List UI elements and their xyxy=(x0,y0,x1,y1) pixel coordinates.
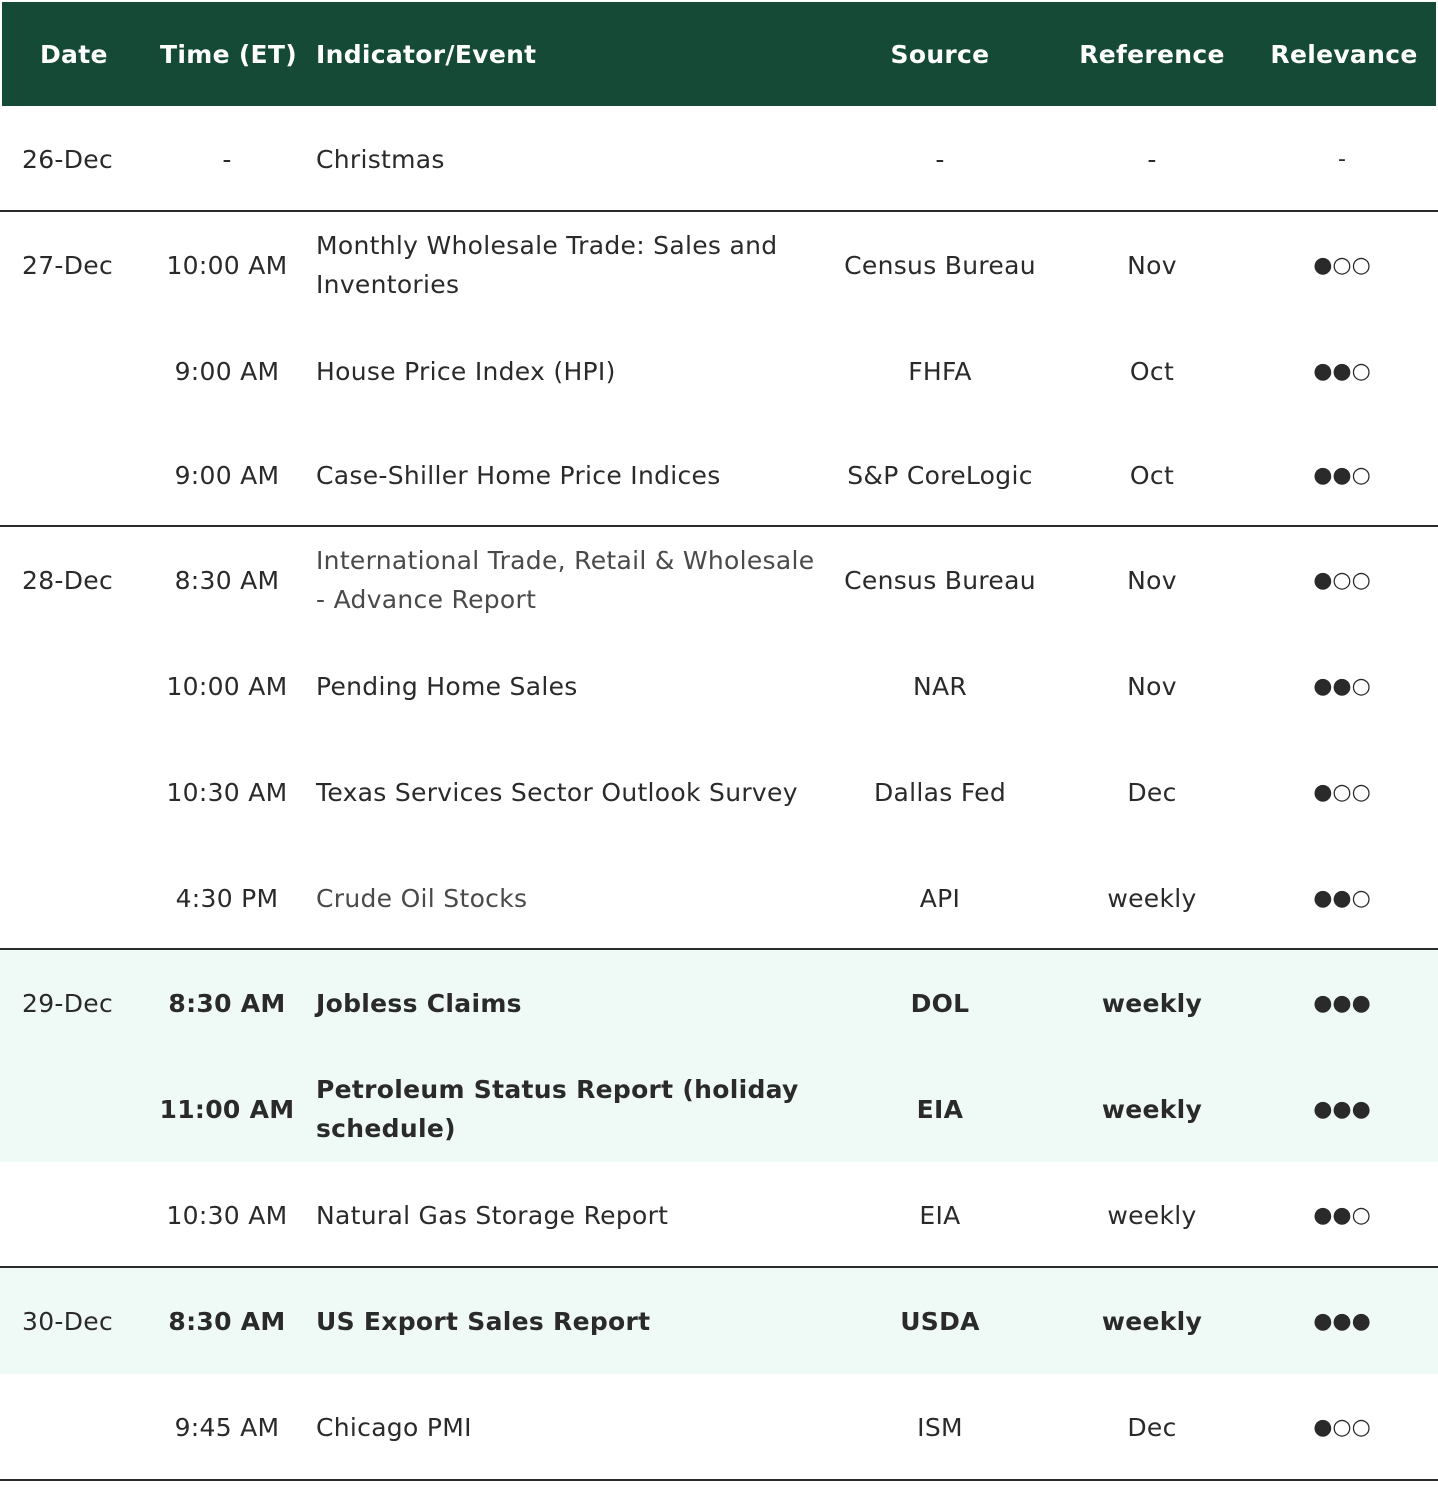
row-relevance: ●●○ xyxy=(1313,462,1371,488)
row-relevance: ●●○ xyxy=(1313,358,1371,384)
row-source: NAR xyxy=(912,671,968,701)
table-row: 27-Dec 10:00 AM Monthly Wholesale Trade:… xyxy=(0,212,1438,318)
table-row: 9:45 AM Chicago PMI ISM Dec ●○○ xyxy=(0,1374,1438,1480)
row-source: Dallas Fed xyxy=(873,777,1007,807)
row-source: Census Bureau xyxy=(844,250,1036,280)
row-relevance: ●○○ xyxy=(1313,252,1371,278)
row-event: Petroleum Status Report (holiday schedul… xyxy=(316,1075,799,1143)
row-time: 10:30 AM xyxy=(166,1200,288,1230)
row-time: 9:45 AM xyxy=(174,1412,280,1442)
table-row: 28-Dec 8:30 AM International Trade, Reta… xyxy=(0,527,1438,633)
row-date xyxy=(22,845,132,951)
row-relevance: ●○○ xyxy=(1313,567,1371,593)
row-relevance: ●●● xyxy=(1313,990,1371,1016)
row-time: 8:30 AM xyxy=(168,988,286,1018)
row-relevance: ●○○ xyxy=(1313,779,1371,805)
row-source: EIA xyxy=(919,1200,961,1230)
table-row: 4:30 PM Crude Oil Stocks API weekly ●●○ xyxy=(0,845,1438,951)
row-event: Natural Gas Storage Report xyxy=(316,1200,669,1230)
row-time: 10:00 AM xyxy=(166,671,288,701)
row-date xyxy=(22,318,132,424)
row-event: International Trade, Retail & Wholesale … xyxy=(316,546,815,614)
row-source: USDA xyxy=(900,1306,980,1336)
row-time: 10:00 AM xyxy=(166,250,288,280)
row-source: DOL xyxy=(910,988,970,1018)
row-source: ISM xyxy=(917,1412,963,1442)
row-event: US Export Sales Report xyxy=(316,1306,651,1336)
header-date: Date xyxy=(40,39,108,69)
table-row: 30-Dec 8:30 AM US Export Sales Report US… xyxy=(0,1268,1438,1374)
row-event: Pending Home Sales xyxy=(316,671,578,701)
row-source: API xyxy=(919,883,961,913)
row-reference: weekly xyxy=(1107,1200,1197,1230)
row-time: 8:30 AM xyxy=(168,1306,286,1336)
row-source: - xyxy=(935,144,945,174)
header-source: Source xyxy=(890,39,990,69)
row-relevance: - xyxy=(1338,146,1346,172)
row-event: Monthly Wholesale Trade: Sales and Inven… xyxy=(316,231,778,299)
row-date: 30-Dec xyxy=(22,1306,114,1336)
table-row: 11:00 AM Petroleum Status Report (holida… xyxy=(0,1056,1438,1162)
row-reference: Dec xyxy=(1127,1412,1177,1442)
table-row: 10:30 AM Natural Gas Storage Report EIA … xyxy=(0,1162,1438,1268)
row-reference: Nov xyxy=(1127,565,1177,595)
row-date xyxy=(22,422,132,528)
row-date: 28-Dec xyxy=(22,565,114,595)
row-time: 11:00 AM xyxy=(159,1094,295,1124)
row-date xyxy=(22,1056,132,1162)
row-event: Texas Services Sector Outlook Survey xyxy=(316,777,798,807)
row-relevance: ●●○ xyxy=(1313,885,1371,911)
row-event: Christmas xyxy=(316,144,445,174)
row-event: House Price Index (HPI) xyxy=(316,356,616,386)
row-reference: Oct xyxy=(1129,460,1175,490)
row-date xyxy=(22,633,132,739)
table-row: 9:00 AM House Price Index (HPI) FHFA Oct… xyxy=(0,318,1438,424)
row-relevance: ●●○ xyxy=(1313,673,1371,699)
table-row: 10:30 AM Texas Services Sector Outlook S… xyxy=(0,739,1438,845)
row-relevance: ●●● xyxy=(1313,1308,1371,1334)
row-reference: weekly xyxy=(1101,988,1203,1018)
row-time: 4:30 PM xyxy=(175,883,279,913)
row-time: - xyxy=(222,144,232,174)
row-relevance: ●●● xyxy=(1313,1096,1371,1122)
row-event: Case-Shiller Home Price Indices xyxy=(316,460,721,490)
row-reference: weekly xyxy=(1107,883,1197,913)
row-reference: Nov xyxy=(1127,250,1177,280)
row-relevance: ●○○ xyxy=(1313,1414,1371,1440)
row-reference: Nov xyxy=(1127,671,1177,701)
row-date xyxy=(22,739,132,845)
header-reference: Reference xyxy=(1079,39,1225,69)
row-reference: weekly xyxy=(1101,1306,1203,1336)
row-reference: Oct xyxy=(1129,356,1175,386)
row-event: Jobless Claims xyxy=(316,988,522,1018)
row-relevance: ●●○ xyxy=(1313,1202,1371,1228)
row-source: S&P CoreLogic xyxy=(847,460,1033,490)
row-reference: weekly xyxy=(1101,1094,1203,1124)
row-reference: Dec xyxy=(1127,777,1177,807)
row-time: 9:00 AM xyxy=(174,460,280,490)
row-date: 29-Dec xyxy=(22,988,114,1018)
row-date xyxy=(22,1374,132,1480)
row-date xyxy=(22,1162,132,1268)
header-event: Indicator/Event xyxy=(316,39,537,69)
row-event: Crude Oil Stocks xyxy=(316,883,528,913)
row-date: 26-Dec xyxy=(22,144,114,174)
row-time: 8:30 AM xyxy=(174,565,280,595)
table-row: 26-Dec - Christmas - - - xyxy=(0,106,1438,212)
row-event: Chicago PMI xyxy=(316,1412,472,1442)
row-source: Census Bureau xyxy=(844,565,1036,595)
row-source: EIA xyxy=(916,1094,964,1124)
table-header: Date Time (ET) Indicator/Event Source Re… xyxy=(2,2,1436,106)
row-date: 27-Dec xyxy=(22,250,114,280)
table-row: 29-Dec 8:30 AM Jobless Claims DOL weekly… xyxy=(0,950,1438,1056)
row-time: 10:30 AM xyxy=(166,777,288,807)
header-time: Time (ET) xyxy=(160,39,298,69)
group-divider xyxy=(0,1479,1438,1481)
table-row: 10:00 AM Pending Home Sales NAR Nov ●●○ xyxy=(0,633,1438,739)
header-relevance: Relevance xyxy=(1270,39,1418,69)
row-reference: - xyxy=(1147,144,1157,174)
row-source: FHFA xyxy=(908,356,972,386)
row-time: 9:00 AM xyxy=(174,356,280,386)
table-row: 9:00 AM Case-Shiller Home Price Indices … xyxy=(0,422,1438,528)
